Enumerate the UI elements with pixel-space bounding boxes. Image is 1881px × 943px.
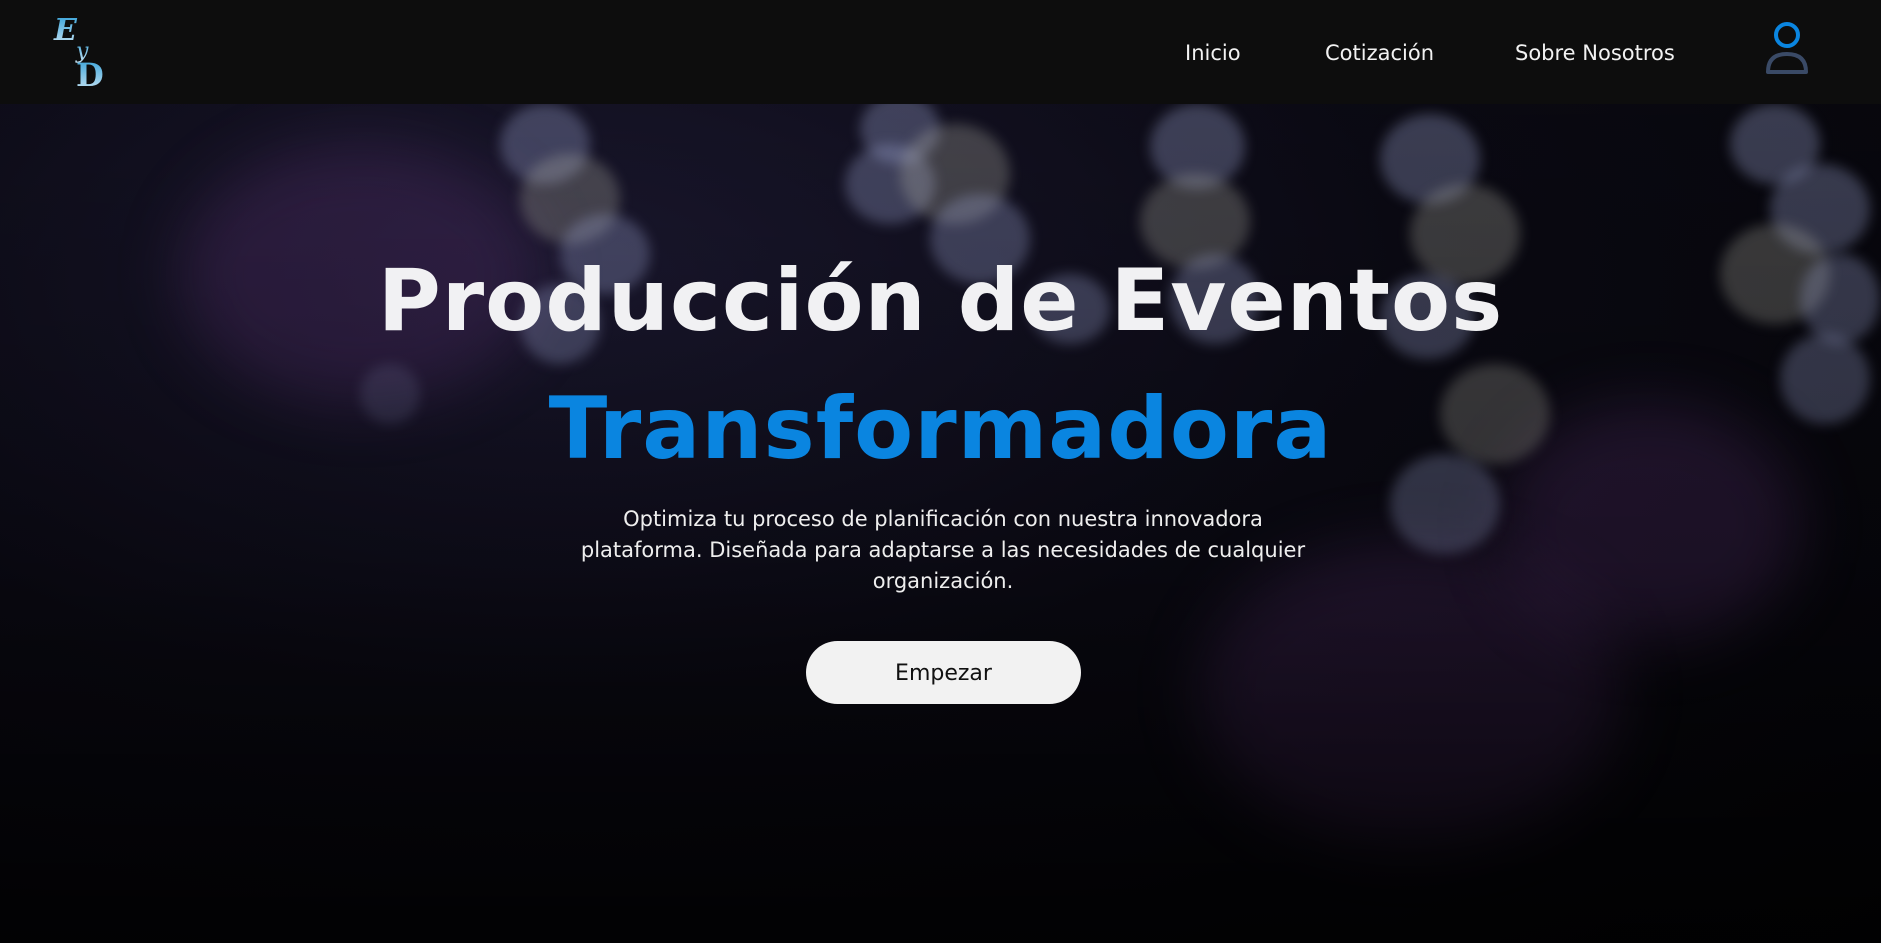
landing-page: E y D Inicio Cotización Sobre Nosotros P… <box>0 0 1881 943</box>
start-button[interactable]: Empezar <box>806 641 1081 704</box>
navbar: E y D Inicio Cotización Sobre Nosotros <box>0 0 1881 104</box>
user-account-button[interactable] <box>1764 20 1810 78</box>
nav-link-inicio[interactable]: Inicio <box>1185 38 1241 68</box>
nav-link-cotizacion[interactable]: Cotización <box>1325 38 1434 68</box>
hero-title-accent: Transformadora <box>548 379 1333 479</box>
hero-title: Producción de Eventos <box>377 251 1504 351</box>
user-icon <box>1766 22 1808 74</box>
hero-description: Optimiza tu proceso de planificación con… <box>580 507 1306 593</box>
nav-link-sobre-nosotros[interactable]: Sobre Nosotros <box>1515 38 1675 68</box>
hero-section: Producción de Eventos Transformadora Opt… <box>0 104 1881 943</box>
main-nav: Inicio Cotización Sobre Nosotros <box>0 38 1881 68</box>
